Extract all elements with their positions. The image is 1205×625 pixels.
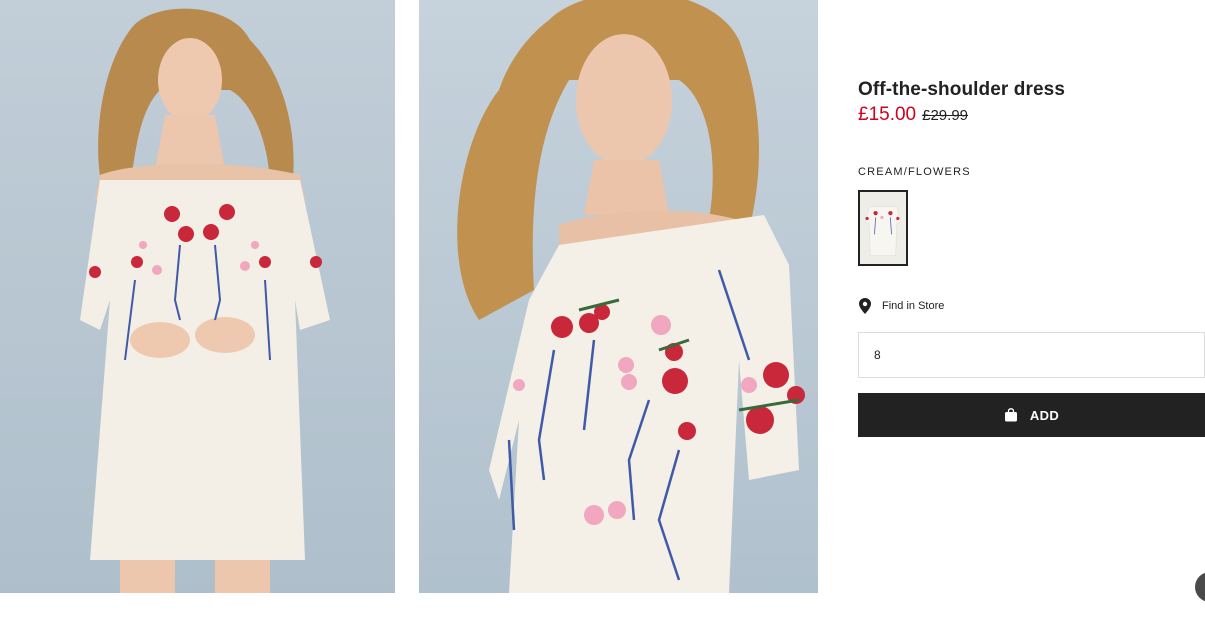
color-swatch-cream-flowers[interactable]	[858, 190, 908, 266]
shopping-bag-icon	[1004, 408, 1018, 422]
sale-price: £15.00	[858, 104, 917, 125]
add-to-bag-button[interactable]: ADD	[858, 393, 1205, 437]
original-price: £29.99	[922, 107, 969, 124]
size-select[interactable]: 8	[858, 332, 1205, 378]
dress-photo-illustration	[0, 0, 395, 593]
price-row: £15.00 £29.99	[858, 104, 1205, 126]
dress-closeup-illustration	[419, 0, 818, 593]
color-name-label: CREAM/FLOWERS	[858, 166, 971, 178]
product-page: Off-the-shoulder dress £15.00 £29.99 CRE…	[0, 0, 1205, 625]
swatch-thumbnail	[860, 192, 906, 264]
find-in-store-label: Find in Store	[882, 300, 945, 312]
add-button-label: ADD	[1029, 407, 1060, 423]
product-photo-closeup[interactable]	[419, 0, 818, 593]
map-pin-icon	[858, 298, 872, 314]
product-photo-full[interactable]	[0, 0, 395, 593]
chat-widget-tab[interactable]	[1195, 572, 1205, 602]
size-select-value: 8	[874, 348, 881, 362]
find-in-store-link[interactable]: Find in Store	[858, 298, 1205, 314]
product-info-panel: Off-the-shoulder dress £15.00 £29.99 CRE…	[858, 78, 1205, 437]
product-title: Off-the-shoulder dress	[858, 79, 1065, 100]
